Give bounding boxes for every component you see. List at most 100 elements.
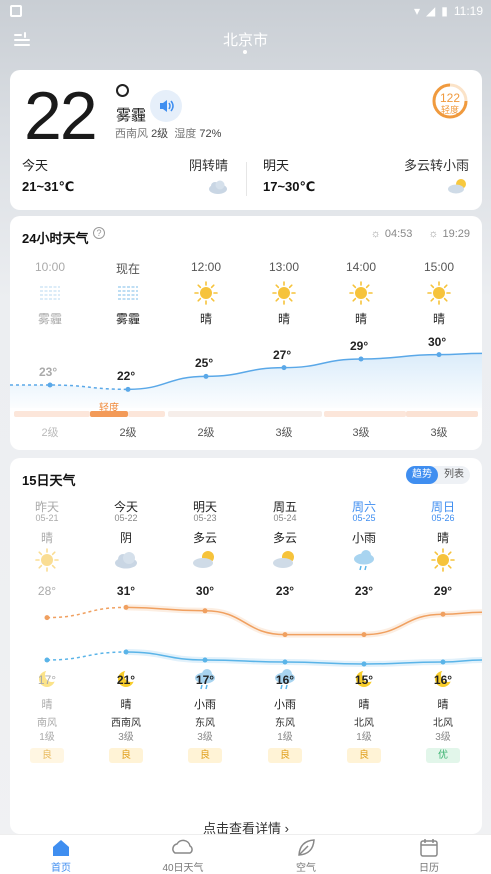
humidity-label: 湿度 — [174, 128, 197, 140]
status-time: 11:19 — [453, 4, 483, 18]
aqi-level: 轻度 — [440, 105, 459, 115]
aqi-strip-segment — [406, 411, 478, 417]
forecast-15-card: 15日天气 趋势 列表 昨天 05-21 晴晴南风 1级良今天 05-22 阴晴西南风 3级… — [10, 458, 482, 836]
hour-temp: 23° — [39, 365, 58, 379]
hour-column[interactable]: 10:00 雾霾 — [15, 260, 85, 327]
high-temp-line-glow — [125, 604, 482, 638]
day-column[interactable]: 明天 05-23 多云 — [170, 498, 240, 573]
aqi-strip-segment — [128, 411, 165, 417]
aqi-strip-segment — [168, 411, 322, 417]
partly-cloudy-icon — [273, 551, 294, 568]
high-temp-label: 31° — [116, 584, 136, 598]
wind-direction: 北风 — [433, 718, 453, 729]
hour-icon-wrap — [404, 276, 474, 310]
tab-air[interactable]: 空气 — [256, 837, 356, 874]
wind-direction: 东风 — [195, 718, 215, 729]
day-column[interactable]: 昨天 05-21 晴 — [12, 498, 82, 573]
high-temp-line-point — [440, 611, 446, 617]
hour-column[interactable]: 13:00 晴 — [249, 260, 319, 327]
day-column[interactable]: 今天 05-22 阴 — [91, 498, 161, 573]
top-bar: 北京市 — [0, 24, 491, 64]
wind-level: 3级 — [118, 732, 134, 743]
tomorrow-summary[interactable]: 明天 17~30℃ 多云转小雨 — [263, 155, 469, 205]
tab-calendar[interactable]: 日历 — [379, 837, 479, 874]
bottom-tab-bar: 首页 40日天气 空气 日历 — [0, 834, 491, 874]
hour-column[interactable]: 12:00 晴 — [171, 260, 241, 327]
low-temp-line-point — [202, 657, 208, 663]
hour-time: 10:00 — [34, 260, 66, 274]
day-icon-wrap — [250, 547, 320, 573]
tab-40day-label: 40日天气 — [162, 863, 204, 874]
hour-temp: 30° — [428, 334, 447, 349]
speaker-button[interactable] — [150, 90, 182, 122]
high-temp-line-point — [44, 615, 50, 621]
hourly-temp-point — [203, 373, 209, 379]
wind-direction: 南风 — [37, 718, 57, 729]
hour-temp: 25° — [195, 356, 214, 371]
city-name[interactable]: 北京市 — [0, 29, 491, 50]
day-date: 05-25 — [352, 513, 376, 523]
day-week: 周六 — [351, 500, 376, 514]
day-icon-wrap — [329, 547, 399, 573]
day-icon-wrap — [91, 547, 161, 573]
today-range: 21~31℃ — [22, 179, 75, 194]
haze-icon — [40, 286, 60, 300]
day-column[interactable]: 周五 05-24 多云 — [250, 498, 320, 573]
day-icon-wrap — [12, 547, 82, 573]
hour-column[interactable]: 14:00 晴 — [326, 260, 396, 327]
low-temp-label: 16° — [433, 673, 453, 687]
signal-icon: ◢ — [426, 4, 436, 18]
aqi-strip-segment — [90, 411, 128, 417]
air-quality-badge: 良 — [347, 748, 381, 763]
day-icon-wrap — [408, 547, 478, 573]
day-condition: 多云 — [192, 531, 217, 545]
hour-time: 12:00 — [190, 260, 222, 274]
day-week: 今天 — [113, 500, 138, 514]
hour-column[interactable]: 15:00 晴 — [404, 260, 474, 327]
degree-symbol — [116, 84, 129, 97]
hourly-temp-point — [125, 386, 131, 392]
day-condition: 小雨 — [351, 531, 376, 545]
hourly-weather-card: 24小时天气 ? ☼ 04:53 ☼ 19:29 轻度 10:00 雾霾 2级 现在 雾霾 2… — [10, 216, 482, 450]
tab-home[interactable]: 首页 — [11, 837, 111, 874]
battery-icon: ▮ — [441, 4, 448, 18]
speaker-icon — [160, 100, 174, 112]
hour-icon-wrap — [171, 276, 241, 310]
hour-condition: 雾霾 — [115, 312, 140, 326]
wind-level: 1级 — [39, 732, 55, 743]
sun-icon — [35, 548, 59, 572]
hour-temp: 29° — [350, 339, 369, 353]
wifi-icon: ▾ — [413, 4, 421, 18]
night-condition: 晴 — [437, 699, 449, 711]
tab-40day[interactable]: 40日天气 — [133, 837, 233, 874]
leaf-icon — [298, 839, 315, 856]
hour-wind: 2级 — [41, 427, 59, 439]
current-condition: 雾霾 — [116, 107, 147, 124]
hour-wind: 3级 — [430, 427, 448, 439]
day-condition: 阴 — [119, 531, 132, 545]
high-temp-line-point — [202, 608, 208, 614]
night-condition: 晴 — [41, 699, 53, 711]
night-column: 晴北风 1级良 — [329, 668, 399, 763]
cloud-icon — [209, 180, 227, 194]
hour-column[interactable]: 现在 雾霾 — [93, 260, 163, 327]
wind-direction: 东风 — [275, 718, 295, 729]
hour-condition: 晴 — [199, 312, 212, 326]
day-column[interactable]: 周六 05-25 小雨 — [329, 498, 399, 573]
hour-time: 14:00 — [345, 260, 377, 274]
day-column[interactable]: 周日 05-26 晴 — [408, 498, 478, 573]
wind-level: 1级 — [277, 732, 293, 743]
notification-icon — [10, 5, 22, 17]
high-temp-label: 28° — [37, 584, 57, 598]
today-summary[interactable]: 今天 21~31℃ 阴转晴 — [22, 155, 228, 205]
hourly-area-fill — [10, 353, 482, 408]
low-temp-label: 21° — [116, 673, 136, 687]
tab-home-label: 首页 — [51, 863, 71, 874]
high-temp-label: 23° — [275, 584, 295, 598]
sun-icon — [431, 548, 455, 572]
page-indicator — [243, 50, 247, 54]
hour-time: 现在 — [115, 262, 140, 276]
high-temp-line-point — [282, 632, 288, 638]
day-divider — [246, 162, 247, 196]
calendar-icon — [420, 839, 438, 857]
